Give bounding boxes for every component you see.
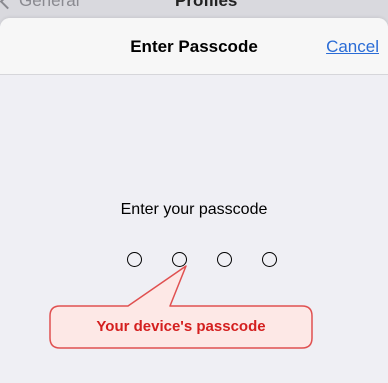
back-label: General [19,0,80,10]
sheet-nav-bar: Enter Passcode Cancel [0,18,388,75]
cancel-button[interactable]: Cancel [326,37,379,57]
passcode-dot-3 [217,252,232,267]
passcode-prompt: Enter your passcode [120,201,268,218]
callout-text: Your device's passcode [96,318,266,335]
chevron-left-icon [0,0,16,10]
passcode-dots[interactable] [127,252,277,270]
passcode-dot-4 [262,252,277,267]
passcode-dot-2 [172,252,187,267]
background-nav-title: Profiles [175,0,238,10]
back-button[interactable]: General [0,0,80,11]
passcode-dot-1 [127,252,142,267]
